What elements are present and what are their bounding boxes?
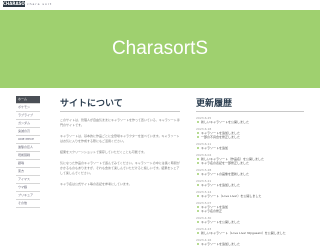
sidebar-item[interactable]: 進撃の巨人 xyxy=(16,144,40,152)
news-entry[interactable]: 一部の不具合を修正しました xyxy=(196,135,304,139)
news-entry[interactable]: キャラソートを追加しました xyxy=(196,183,304,187)
main-content: サイトについて このサイトは、管理人が自由気ままにキャラソートを作って置いている… xyxy=(60,96,180,187)
about-paragraph: キャラソートは、基本的に作品ごとに全登場キャラクターを並べています。キャラソート… xyxy=(60,134,180,143)
news-item: 2023.4.16 キャラソートを追加しました xyxy=(196,238,304,246)
news-entry[interactable]: 新しいキャラソート（Love Live! Nijigasaki）を公開しました xyxy=(196,231,304,235)
sidebar-item[interactable]: 銀魂 xyxy=(16,160,40,168)
news-entry[interactable]: キャラ名の表記を一部修正しました xyxy=(196,161,304,165)
sidebar-item[interactable]: ウマ娘 xyxy=(16,184,40,192)
news-item: 2023.5.14 キャラソート（Love Live!）を公開しました xyxy=(196,190,304,198)
about-paragraph: 結果をスクリーンショットで保存していただくことも可能です。 xyxy=(60,150,147,154)
site-logo-subtitle: chara sort xyxy=(27,2,53,6)
news-item: 2023.5.07 キャラソートを追加 キャラ名の修正 xyxy=(196,201,304,213)
sidebar-item[interactable]: 鬼滅の刃 xyxy=(16,128,40,136)
sidebar-item[interactable]: ONE PIECE xyxy=(16,136,40,144)
news-entry[interactable]: キャラ名の修正 xyxy=(196,209,304,213)
news-entry[interactable]: キャラソートの画像を更新しました xyxy=(196,172,304,176)
sidebar-item[interactable]: 呪術廻戦 xyxy=(16,152,40,160)
news-item: 2023.5.28 キャラソートの画像を更新しました xyxy=(196,168,304,176)
news-item: 2023.4.30 キャラソートを公開しました xyxy=(196,216,304,224)
update-history-list: 2023.6.25 新しいキャラソートを公開しました 2023.6.18 キャラソート… xyxy=(196,116,304,246)
sidebar-item[interactable]: プリキュア xyxy=(16,192,40,200)
sidebar-item[interactable]: ラブライブ xyxy=(16,112,40,120)
sidebar-item[interactable]: ポケモン xyxy=(16,104,40,112)
about-paragraph: このサイトは、管理人が自由気ままにキャラソートを作って置いている、キャラソート専… xyxy=(60,118,180,127)
news-item: 2023.6.18 キャラソートを追加しました 一部の不具合を修正しました xyxy=(196,127,304,139)
site-logo[interactable]: CHARASORT xyxy=(3,1,30,7)
update-history: 更新履歴 2023.6.25 新しいキャラソートを公開しました 2023.6.18 キ… xyxy=(196,96,304,249)
about-heading: サイトについて xyxy=(60,96,180,112)
news-entry[interactable]: キャラソートを追加 xyxy=(196,146,304,150)
news-entry[interactable]: キャラソート（Love Live!）を公開しました xyxy=(196,194,304,198)
update-history-heading: 更新履歴 xyxy=(196,96,304,112)
about-text: このサイトは、管理人が自由気ままにキャラソートを作って置いている、キャラソート専… xyxy=(60,118,180,187)
news-item: 2023.5.21 キャラソートを追加しました xyxy=(196,179,304,187)
news-entry[interactable]: キャラソートを公開しました xyxy=(196,220,304,224)
sidebar-item[interactable]: ホーム xyxy=(16,96,40,104)
news-item: 2023.6.25 新しいキャラソートを公開しました xyxy=(196,116,304,124)
top-bar: CHARASORT chara sort xyxy=(0,0,320,10)
about-paragraph: キャラ名は公式サイト等の表記を参考にしています。 xyxy=(60,182,132,186)
hero-banner: CharasortS xyxy=(0,10,320,88)
news-entry[interactable]: キャラソートを追加しました xyxy=(196,242,304,246)
news-item: 2023.6.04 新しいキャラソート（作品名）を公開しました キャラ名の表記を一部… xyxy=(196,153,304,165)
sidebar-item[interactable]: ガンダム xyxy=(16,120,40,128)
sidebar-item[interactable]: その他 xyxy=(16,200,40,208)
site-title: CharasortS xyxy=(111,38,209,59)
sidebar-nav: ホーム ポケモン ラブライブ ガンダム 鬼滅の刃 ONE PIECE 進撃の巨人 呪術廻戦 銀魂… xyxy=(16,96,40,208)
about-paragraph: 気になった作品のキャラソートで遊んでみてください。キャラソートの中には長く時間が… xyxy=(60,161,180,175)
news-item: 2023.4.23 新しいキャラソート（Love Live! Nijigasaki… xyxy=(196,227,304,235)
sidebar-item[interactable]: アイマス xyxy=(16,176,40,184)
news-item: 2023.6.11 キャラソートを追加 xyxy=(196,142,304,150)
sidebar-item[interactable]: 東方 xyxy=(16,168,40,176)
news-entry[interactable]: 新しいキャラソートを公開しました xyxy=(196,120,304,124)
